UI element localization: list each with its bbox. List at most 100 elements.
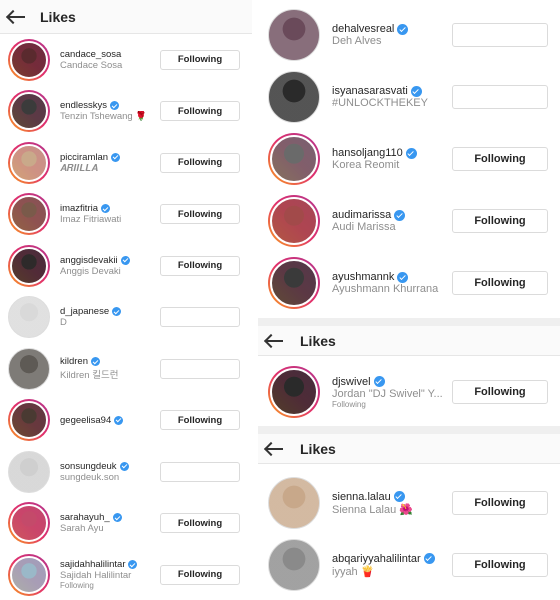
avatar[interactable] — [8, 296, 50, 339]
following-button[interactable]: Following — [160, 255, 240, 276]
list-item[interactable]: candace_sosa Candace Sosa Following — [0, 34, 252, 86]
verified-badge-icon — [112, 513, 122, 523]
avatar-image — [268, 477, 320, 529]
following-button[interactable]: Following — [160, 513, 240, 534]
display-name: Kildren 킬드런 — [60, 370, 119, 382]
username-text: picciramlan — [60, 151, 109, 163]
user-names: imazfitria Imaz Fitriawati — [60, 203, 160, 225]
username[interactable]: gegeelisa94 — [60, 415, 160, 426]
following-button[interactable]: Following — [160, 152, 240, 173]
verified-badge-icon — [114, 415, 124, 425]
avatar-image — [8, 347, 50, 390]
user-names: kildren Kildren 킬드런 — [60, 356, 160, 381]
following-status-text: Following — [60, 581, 94, 591]
avatar[interactable] — [268, 539, 320, 591]
following-button[interactable]: Following — [452, 491, 548, 515]
following-button[interactable]: Following — [160, 49, 240, 70]
verified-badge-icon — [111, 152, 121, 162]
avatar[interactable] — [8, 244, 50, 287]
avatar[interactable] — [268, 477, 320, 529]
user-names: d_japanese D — [60, 306, 160, 328]
avatar[interactable] — [8, 141, 50, 184]
following-button[interactable]: Following — [452, 553, 548, 577]
username-text: abqariyyahalilintar — [332, 552, 421, 565]
avatar-image — [10, 92, 48, 131]
list-item[interactable]: sajidahhalilintar Sajidah Halilintar Follo… — [0, 549, 252, 600]
following-button[interactable]: Following — [160, 564, 240, 585]
follow-button-empty[interactable] — [160, 461, 240, 482]
list-item[interactable]: anggisdevakii Anggis Devaki Following — [0, 240, 252, 292]
avatar-image — [10, 195, 48, 234]
verified-badge-icon — [119, 461, 129, 471]
username[interactable]: sienna.lalau — [332, 491, 452, 503]
verified-badge-icon — [112, 307, 122, 317]
display-name: Sarah Ayu — [60, 523, 104, 535]
username[interactable]: d_japanese — [60, 306, 160, 317]
username-text: imazfitria — [60, 203, 99, 215]
likes-panel-right: dehalvesreal Deh Alves isyanasarasvati #UNL… — [258, 0, 560, 600]
user-names: sonsungdeuk sungdeuk.son — [60, 461, 160, 483]
follow-button-empty[interactable] — [160, 307, 240, 328]
avatar-image — [8, 450, 50, 493]
username-text: anggisdevakii — [60, 254, 118, 266]
display-name: Sienna Lalau 🌺 — [332, 503, 413, 516]
avatar[interactable] — [8, 450, 50, 493]
following-button[interactable]: Following — [160, 204, 240, 225]
list-item[interactable]: sienna.lalau Sienna Lalau 🌺 Following — [258, 472, 560, 534]
user-names: gegeelisa94 — [60, 415, 160, 426]
username[interactable]: sonsungdeuk — [60, 461, 160, 472]
username[interactable]: endlesskys — [60, 100, 160, 111]
likes-panel-left: Likes candace_sosa Candace Sosa Following e… — [0, 0, 252, 600]
list-item[interactable]: kildren Kildren 킬드런 — [0, 343, 252, 395]
avatar-image — [10, 504, 48, 543]
username[interactable]: candace_sosa — [60, 49, 160, 60]
verified-badge-icon — [128, 560, 138, 570]
likes-list-bottom: sienna.lalau Sienna Lalau 🌺 Following abqar… — [258, 0, 560, 600]
avatar[interactable] — [8, 399, 50, 442]
verified-badge-icon — [423, 553, 435, 564]
username[interactable]: abqariyyahalilintar — [332, 553, 452, 565]
list-item[interactable]: abqariyyahalilintar iyyah 🍟 Following — [258, 534, 560, 596]
list-item[interactable]: sonsungdeuk sungdeuk.son — [0, 446, 252, 498]
user-names: candace_sosa Candace Sosa — [60, 49, 160, 71]
username[interactable]: picciramlan — [60, 152, 160, 163]
verified-badge-icon — [393, 491, 405, 502]
following-button[interactable]: Following — [160, 410, 240, 431]
avatar[interactable] — [8, 193, 50, 236]
avatar-image — [10, 555, 48, 594]
user-names: sarahayuh_ Sarah Ayu — [60, 512, 160, 534]
display-name: 𝑨𝑹𝑰𝑰𝑳𝑳𝑨 — [60, 162, 98, 174]
list-item[interactable]: sarahayuh_ Sarah Ayu Following — [0, 498, 252, 550]
username[interactable]: sajidahhalilintar — [60, 559, 160, 570]
avatar-image — [268, 539, 320, 591]
avatar[interactable] — [8, 502, 50, 545]
display-name: Tenzin Tshewang 🌹 — [60, 111, 148, 123]
avatar[interactable] — [8, 90, 50, 133]
username[interactable]: anggisdevakii — [60, 255, 160, 266]
display-name: sungdeuk.son — [60, 471, 120, 483]
list-item[interactable]: endlesskys Tenzin Tshewang 🌹 Following — [0, 86, 252, 138]
username[interactable]: imazfitria — [60, 203, 160, 214]
likes-list: candace_sosa Candace Sosa Following endless… — [0, 0, 252, 600]
username[interactable]: kildren — [60, 356, 160, 367]
follow-button-empty[interactable] — [160, 358, 240, 379]
list-item[interactable]: picciramlan 𝑨𝑹𝑰𝑰𝑳𝑳𝑨 Following — [0, 137, 252, 189]
avatar[interactable] — [8, 347, 50, 390]
username-text: endlesskys — [60, 100, 107, 112]
verified-badge-icon — [120, 255, 130, 265]
list-item[interactable]: d_japanese D — [0, 292, 252, 344]
display-name: Imaz Fitriawati — [60, 214, 122, 226]
display-name: iyyah 🍟 — [332, 565, 375, 578]
list-item[interactable]: imazfitria Imaz Fitriawati Following — [0, 189, 252, 241]
avatar[interactable] — [8, 38, 50, 81]
avatar-image — [10, 40, 48, 79]
avatar[interactable] — [8, 553, 50, 596]
following-button[interactable]: Following — [160, 101, 240, 122]
verified-badge-icon — [91, 357, 100, 367]
username[interactable]: sarahayuh_ — [60, 512, 160, 523]
avatar-image — [10, 401, 48, 440]
user-names: anggisdevakii Anggis Devaki — [60, 255, 160, 277]
username-text: sonsungdeuk — [60, 460, 117, 472]
display-name: Sajidah Halilintar — [60, 570, 132, 582]
list-item[interactable]: gegeelisa94 Following — [0, 395, 252, 447]
